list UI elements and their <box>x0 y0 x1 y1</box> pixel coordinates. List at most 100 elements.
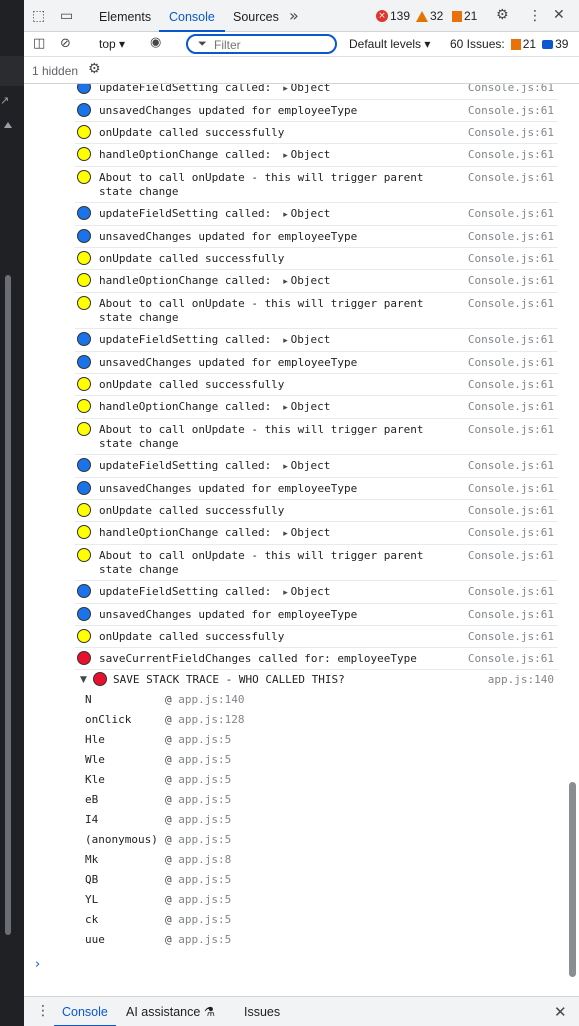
settings-gear-icon[interactable]: ⚙ <box>496 7 509 23</box>
object-expander[interactable]: Object <box>283 526 330 539</box>
live-expression-eye-icon[interactable]: ◉ <box>150 35 161 50</box>
inspect-element-icon[interactable]: ⬚ <box>32 8 45 24</box>
blue-badge-icon <box>77 584 91 598</box>
frame-location-link[interactable]: app.js:5 <box>178 833 231 846</box>
frame-at: @ <box>165 853 179 866</box>
source-link[interactable]: Console.js:61 <box>468 482 554 496</box>
warning-count[interactable]: 32 <box>416 9 443 23</box>
frame-location-link[interactable]: app.js:5 <box>178 733 231 746</box>
source-link[interactable]: Console.js:61 <box>468 230 554 244</box>
console-message: About to call onUpdate - this will trigg… <box>75 167 558 203</box>
source-link[interactable]: Console.js:61 <box>468 585 554 599</box>
object-expander[interactable]: Object <box>283 400 330 413</box>
frame-location-link[interactable]: app.js:5 <box>178 753 231 766</box>
object-expander[interactable]: Object <box>283 274 330 287</box>
warning-icon <box>416 10 428 22</box>
source-link[interactable]: Console.js:61 <box>468 252 554 266</box>
source-link[interactable]: Console.js:61 <box>468 356 554 370</box>
object-expander[interactable]: Object <box>283 84 330 94</box>
collapse-caret-icon[interactable]: ▼ <box>80 673 87 687</box>
source-link[interactable]: Console.js:61 <box>468 400 554 414</box>
tab-elements[interactable]: Elements <box>99 0 151 32</box>
console-toolbar: ◫ ⊘ top ▾ ◉ ⏷ Default levels ▾ 60 Issues… <box>24 32 579 57</box>
tab-sources[interactable]: Sources <box>233 0 279 32</box>
frame-location-link[interactable]: app.js:5 <box>178 813 231 826</box>
object-expander[interactable]: Object <box>283 148 330 161</box>
source-link[interactable]: Console.js:61 <box>468 104 554 118</box>
stack-frame: YL @ app.js:5 <box>85 890 558 910</box>
yellow-badge-icon <box>77 273 91 287</box>
source-link[interactable]: Console.js:61 <box>468 504 554 518</box>
frame-location-link[interactable]: app.js:5 <box>178 893 231 906</box>
source-link[interactable]: Console.js:61 <box>468 333 554 347</box>
source-link[interactable]: Console.js:61 <box>468 459 554 473</box>
frame-location-link[interactable]: app.js:5 <box>178 933 231 946</box>
drawer-menu-icon[interactable]: ⋮ <box>36 1003 50 1019</box>
console-message: handleOptionChange called: Object Console.… <box>75 396 558 419</box>
source-link[interactable]: Console.js:61 <box>468 378 554 392</box>
source-link[interactable]: Console.js:61 <box>468 274 554 288</box>
drawer-tab-ai-assistance[interactable]: AI assistance ⚗ <box>126 997 215 1026</box>
tab-console[interactable]: Console <box>159 0 225 32</box>
frame-location-link[interactable]: app.js:5 <box>178 873 231 886</box>
source-link[interactable]: Console.js:61 <box>468 148 554 162</box>
object-expander[interactable]: Object <box>283 207 330 220</box>
blue-badge-icon <box>77 481 91 495</box>
source-link[interactable]: Console.js:61 <box>468 126 554 140</box>
source-link[interactable]: Console.js:61 <box>468 84 554 95</box>
filter-box[interactable]: ⏷ <box>186 34 337 54</box>
console-scrollbar[interactable] <box>565 84 579 996</box>
sidebar-toggle-icon[interactable]: ◫ <box>33 36 45 51</box>
drawer-tab-issues[interactable]: Issues <box>244 997 280 1026</box>
console-settings-gear-icon[interactable]: ⚙ <box>88 61 101 77</box>
context-selector[interactable]: top ▾ <box>99 37 125 51</box>
clear-console-icon[interactable]: ⊘ <box>60 36 71 51</box>
blue-badge-icon <box>77 355 91 369</box>
info-count[interactable]: 21 <box>452 9 477 23</box>
object-expander[interactable]: Object <box>283 333 330 346</box>
device-toolbar-icon[interactable]: ▭ <box>60 8 73 24</box>
console-message: saveCurrentFieldChanges called for: empl… <box>75 648 558 670</box>
object-expander[interactable]: Object <box>283 585 330 598</box>
console-scrollbar-thumb[interactable] <box>569 782 576 977</box>
source-link[interactable]: Console.js:61 <box>468 630 554 644</box>
frame-location-link[interactable]: app.js:5 <box>178 793 231 806</box>
console-message: unsavedChanges updated for employeeType C… <box>75 100 558 122</box>
log-levels-dropdown[interactable]: Default levels ▾ <box>349 37 430 51</box>
frame-location-link[interactable]: app.js:8 <box>178 853 231 866</box>
source-link[interactable]: Console.js:61 <box>468 171 554 185</box>
scroll-up-arrow-icon[interactable] <box>4 122 12 128</box>
stack-trace-group[interactable]: ▼ SAVE STACK TRACE - WHO CALLED THIS? app.… <box>75 670 558 690</box>
source-link[interactable]: Console.js:61 <box>468 549 554 563</box>
filter-input[interactable] <box>214 37 324 52</box>
trace-source-link[interactable]: app.js:140 <box>488 673 554 687</box>
object-expander[interactable]: Object <box>283 459 330 472</box>
kebab-menu-icon[interactable]: ⋮ <box>528 8 542 24</box>
frame-location-link[interactable]: app.js:5 <box>178 913 231 926</box>
close-drawer-icon[interactable]: ✕ <box>554 1003 567 1021</box>
source-link[interactable]: Console.js:61 <box>468 652 554 666</box>
issues-counter[interactable]: 60 Issues: 21 39 <box>450 37 568 51</box>
gutter-scrollbar-thumb[interactable] <box>5 275 11 935</box>
error-count[interactable]: × 139 <box>376 9 410 23</box>
message-text: onUpdate called successfully <box>99 630 285 643</box>
console-message: onUpdate called successfully Console.js:6… <box>75 122 558 144</box>
frame-location-link[interactable]: app.js:140 <box>178 693 244 706</box>
blue-badge-icon <box>77 103 91 117</box>
close-devtools-icon[interactable]: ✕ <box>553 7 565 23</box>
message-text: About to call onUpdate - this will trigg… <box>99 549 424 576</box>
source-link[interactable]: Console.js:61 <box>468 423 554 437</box>
more-tabs-icon[interactable]: » <box>289 6 299 25</box>
source-link[interactable]: Console.js:61 <box>468 526 554 540</box>
yellow-badge-icon <box>77 125 91 139</box>
blue-badge-icon <box>77 332 91 346</box>
console-message: updateFieldSetting called: Object Console.… <box>75 203 558 226</box>
external-link-icon: ↗ <box>0 94 10 107</box>
frame-location-link[interactable]: app.js:5 <box>178 773 231 786</box>
source-link[interactable]: Console.js:61 <box>468 297 554 311</box>
source-link[interactable]: Console.js:61 <box>468 608 554 622</box>
frame-location-link[interactable]: app.js:128 <box>178 713 244 726</box>
drawer-tab-console[interactable]: Console <box>54 997 116 1026</box>
console-prompt-icon[interactable]: › <box>35 957 40 972</box>
source-link[interactable]: Console.js:61 <box>468 207 554 221</box>
